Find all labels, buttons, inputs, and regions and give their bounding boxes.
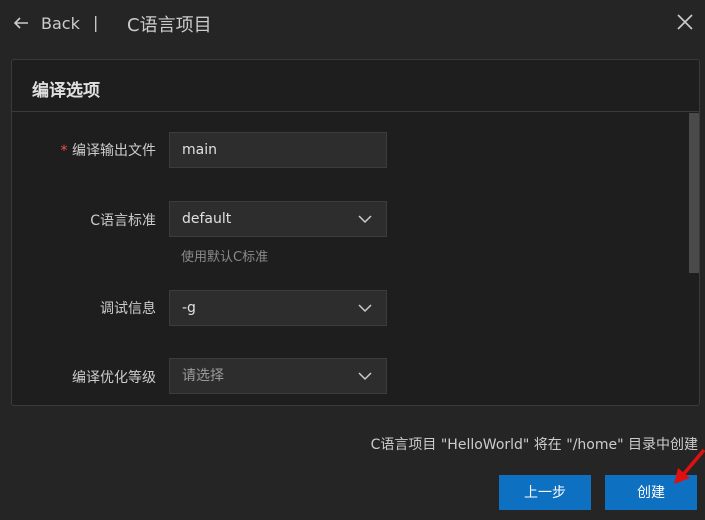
compile-options-panel: 编译选项 * 编译输出文件 main C语言标准 default 使用默认C标准… [11, 59, 700, 406]
output-file-label: * 编译输出文件 [12, 140, 156, 160]
close-icon[interactable] [675, 12, 695, 32]
c-standard-hint: 使用默认C标准 [181, 250, 269, 265]
debug-info-label: 调试信息 [100, 301, 156, 317]
c-standard-label: C语言标准 [90, 213, 156, 229]
panel-title: 编译选项 [32, 81, 100, 101]
panel-header: 编译选项 [12, 60, 699, 112]
chevron-down-icon [358, 372, 372, 381]
output-file-input[interactable]: main [169, 132, 387, 168]
debug-info-select[interactable]: -g [169, 290, 387, 326]
c-standard-value: default [182, 211, 232, 227]
header: Back | C语言项目 [0, 0, 705, 48]
output-file-label-text: 编译输出文件 [72, 143, 156, 159]
required-mark: * [60, 143, 68, 159]
arrow-left-icon[interactable] [12, 14, 30, 32]
c-standard-select[interactable]: default [169, 201, 387, 237]
page-title: C语言项目 [127, 15, 212, 36]
back-button[interactable]: Back [41, 14, 80, 33]
chevron-down-icon [358, 215, 372, 224]
optimization-level-placeholder: 请选择 [182, 368, 224, 384]
debug-info-value: -g [182, 300, 196, 316]
header-separator: | [93, 13, 99, 32]
chevron-down-icon [358, 304, 372, 313]
optimization-level-label: 编译优化等级 [72, 370, 156, 386]
scrollbar[interactable] [689, 113, 699, 273]
previous-step-button[interactable]: 上一步 [499, 475, 591, 510]
annotation-arrow-icon [674, 448, 705, 484]
creation-location-note: C语言项目 "HelloWorld" 将在 "/home" 目录中创建 [370, 437, 698, 453]
optimization-level-select[interactable]: 请选择 [169, 358, 387, 394]
